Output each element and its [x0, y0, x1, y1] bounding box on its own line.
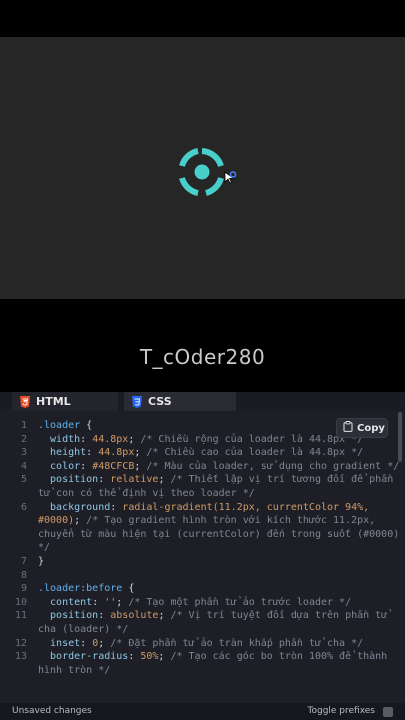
code-line: 11 position: absolute; /* Vị trí tuyệt đ…: [0, 609, 405, 623]
code-text: #0000); /* Tạo gradient hình tròn với kí…: [38, 515, 376, 527]
code-line: 8: [0, 569, 405, 583]
toggle-prefixes-label[interactable]: Toggle prefixes: [308, 706, 376, 716]
tab-html[interactable]: HTML: [12, 392, 118, 411]
code-text: position: absolute; /* Vị trí tuyệt đối …: [38, 610, 388, 622]
code-text: width: 44.8px; /* Chiều rộng của loader …: [38, 433, 364, 445]
watermark-text: T_cOder280: [139, 345, 266, 369]
code-text: .loader:before {: [38, 583, 135, 595]
code-text: height: 44.8px; /* Chiều cao của loader …: [38, 447, 364, 459]
code-line: hình tròn */: [0, 664, 405, 678]
code-line: 6 background: radial-gradient(11.2px, cu…: [0, 501, 405, 515]
code-scrollbar[interactable]: [398, 412, 402, 462]
status-bar: Unsaved changes Toggle prefixes: [0, 703, 405, 720]
html5-icon: [20, 395, 30, 408]
code-text: position: relative; /* Thiết lập vị trí …: [38, 474, 394, 486]
code-text: background: radial-gradient(11.2px, curr…: [38, 501, 370, 513]
code-line: 9 .loader:before {: [0, 582, 405, 596]
code-line: 13 border-radius: 50%; /* Tạo các góc bo…: [0, 650, 405, 664]
line-number: 7: [20, 555, 27, 567]
line-number: 13: [14, 651, 27, 663]
line-number: 12: [14, 637, 27, 649]
code-text: border-radius: 50%; /* Tạo các góc bo tr…: [38, 651, 388, 663]
copy-button-label: Copy: [357, 422, 385, 434]
code-line: chuyển từ màu hiện tại (currentColor) đế…: [0, 528, 405, 542]
copy-button[interactable]: Copy: [336, 418, 388, 438]
code-text: tử con có thể định vị theo loader */: [38, 487, 255, 499]
code-line: 7}: [0, 555, 405, 569]
code-line: #0000); /* Tạo gradient hình tròn với kí…: [0, 514, 405, 528]
clipboard-icon: [343, 421, 353, 435]
code-line: 12 inset: 0; /* Đặt phần tử ảo tràn khắp…: [0, 637, 405, 651]
code-text: */: [38, 542, 51, 554]
loader-animation: [176, 148, 228, 196]
code-line: 10 content: ''; /* Tạo một phần tử ảo tr…: [0, 596, 405, 610]
code-line: 3 height: 44.8px; /* Chiều cao của loade…: [0, 446, 405, 460]
code-line: */: [0, 541, 405, 555]
line-number: 4: [20, 460, 27, 472]
editor-tabbar: HTML CSS: [0, 392, 405, 411]
line-number: 11: [14, 610, 27, 622]
line-number: 8: [20, 569, 27, 581]
code-text: chuyển từ màu hiện tại (currentColor) đế…: [38, 528, 400, 540]
line-number: 1: [20, 420, 27, 431]
unsaved-changes-status: Unsaved changes: [12, 706, 92, 716]
code-line: 4 color: #48CFCB; /* Màu của loader, sử …: [0, 460, 405, 474]
line-number: 3: [20, 447, 27, 459]
code-area[interactable]: 1 .loader { 2 width: 44.8px; /* Chiều rộng…: [0, 419, 405, 695]
code-text: cha (loader) */: [38, 623, 129, 635]
code-text: }: [38, 555, 45, 567]
line-number: 10: [14, 596, 27, 608]
code-text: color: #48CFCB; /* Màu của loader, sử dụ…: [38, 460, 400, 472]
code-text: content: ''; /* Tạo một phần tử ảo trước…: [38, 596, 352, 608]
code-line: tử con có thể định vị theo loader */: [0, 487, 405, 501]
mouse-cursor-icon: [224, 170, 238, 184]
code-text: hình tròn */: [38, 664, 111, 676]
line-number: 2: [20, 433, 27, 445]
tab-html-label: HTML: [36, 395, 71, 408]
code-line: 5 position: relative; /* Thiết lập vị tr…: [0, 473, 405, 487]
code-editor: HTML CSS 1 .loader { 2 width: 44.8px; /* C…: [0, 392, 405, 720]
line-number: 9: [20, 583, 27, 595]
tab-css[interactable]: CSS: [124, 392, 236, 411]
code-text: inset: 0; /* Đặt phần tử ảo tràn khắp ph…: [38, 637, 364, 649]
tab-css-label: CSS: [148, 395, 172, 408]
line-number: 6: [20, 501, 27, 513]
line-number: 5: [20, 474, 27, 486]
code-text: .loader {: [38, 420, 93, 431]
code-line: cha (loader) */: [0, 623, 405, 637]
css3-icon: [132, 395, 142, 408]
toggle-prefixes-checkbox[interactable]: [383, 707, 393, 717]
top-black-bar: [0, 0, 405, 37]
